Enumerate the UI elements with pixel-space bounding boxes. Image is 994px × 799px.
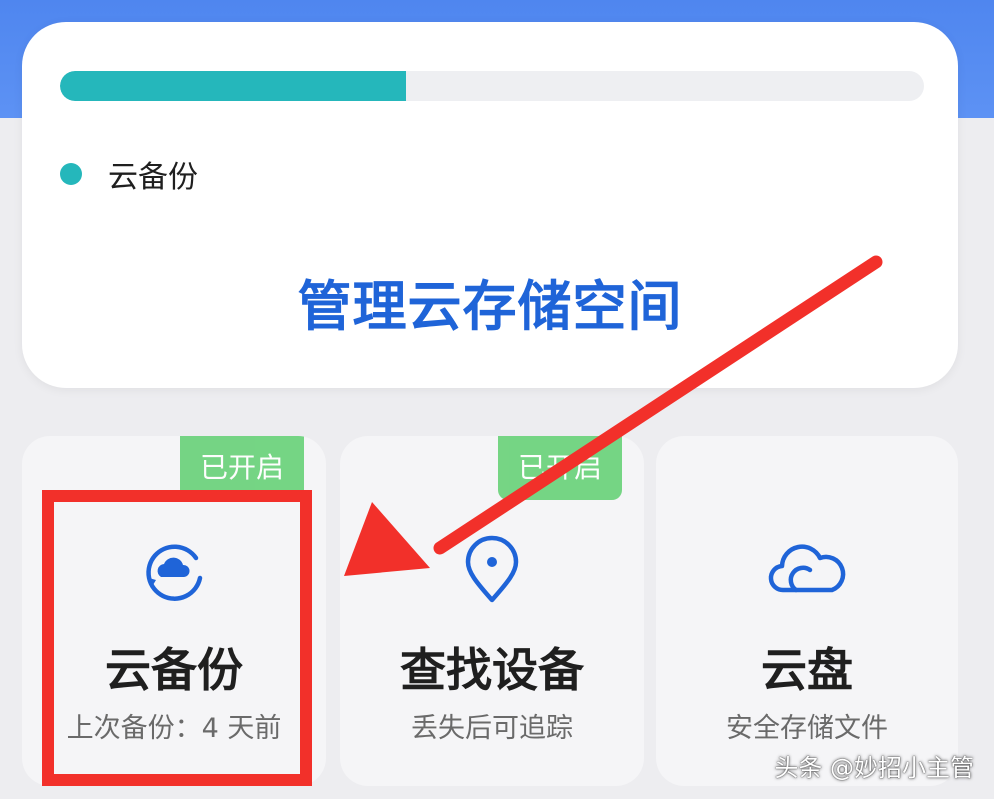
watermark: 头条 @妙招小主管 [774, 754, 974, 782]
cloud-backup-icon [146, 544, 203, 601]
tile-find-device[interactable]: 已开启 查找设备 丢失后可追踪 [340, 436, 644, 786]
status-badge: 已开启 [180, 436, 304, 500]
legend-label: 云备份 [108, 160, 198, 195]
cloud-icon-wrap [656, 534, 958, 606]
storage-usage-bar [60, 71, 924, 101]
tile-title: 查找设备 [400, 643, 584, 697]
legend-dot [60, 163, 82, 185]
location-pin-icon [465, 535, 519, 603]
tile-subtitle: 上次备份：4 天前 [66, 713, 282, 744]
tile-cloud-backup[interactable]: 已开启 云备份 上次备份：4 天前 [22, 436, 326, 786]
cloud-backup-icon-wrap [22, 534, 326, 606]
tile-title: 云盘 [761, 643, 853, 697]
tile-cloud-drive[interactable]: 云盘 安全存储文件 [656, 436, 958, 786]
tile-subtitle: 安全存储文件 [726, 713, 888, 744]
tile-subtitle: 丢失后可追踪 [411, 713, 573, 744]
status-badge: 已开启 [498, 436, 622, 500]
storage-card: 云备份 管理云存储空间 [22, 22, 958, 388]
tile-title: 云备份 [105, 643, 243, 697]
location-pin-icon-wrap [340, 534, 644, 606]
storage-usage-fill [60, 71, 406, 101]
manage-cloud-storage-link[interactable]: 管理云存储空间 [22, 262, 958, 341]
cloud-icon [768, 544, 846, 593]
storage-legend: 云备份 [60, 154, 198, 195]
